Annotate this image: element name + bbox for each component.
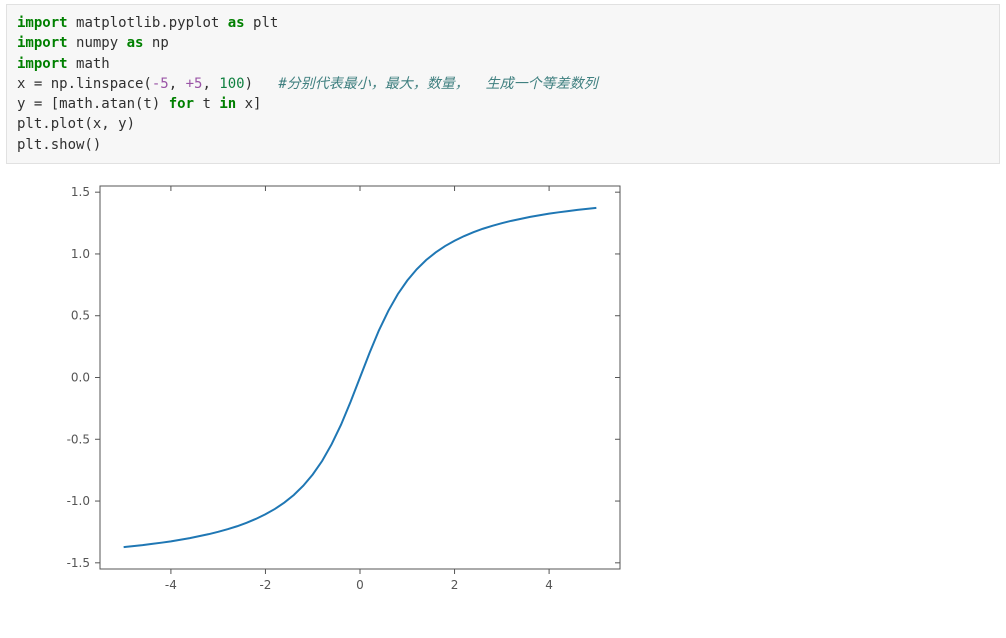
code-line-5: y = [math.atan(t) for t in x]: [17, 96, 261, 112]
y-tick-label: 0.0: [71, 371, 90, 385]
y-tick-label: -0.5: [67, 432, 90, 446]
x-tick-label: -2: [259, 578, 271, 592]
plot-output: -1.5 -1.0 -0.5 0.0 0.5 1.0 1.5 -4 -2 0 2 4: [40, 174, 1006, 608]
x-tick-label: 4: [545, 578, 553, 592]
code-line-4: x = np.linspace(-5, +5, 100) #分别代表最小，最大，…: [17, 76, 598, 92]
atan-plot: -1.5 -1.0 -0.5 0.0 0.5 1.0 1.5 -4 -2 0 2 4: [40, 174, 640, 604]
y-tick-label: -1.5: [67, 556, 90, 570]
code-line-1: import matplotlib.pyplot as plt: [17, 15, 278, 31]
code-line-2: import numpy as np: [17, 35, 169, 51]
y-tick-label: 0.5: [71, 309, 90, 323]
y-tick-label: -1.0: [67, 494, 90, 508]
y-tick-label: 1.0: [71, 247, 90, 261]
atan-curve: [124, 208, 597, 547]
code-cell: import matplotlib.pyplot as plt import n…: [6, 4, 1000, 164]
code-line-7: plt.show(): [17, 137, 101, 153]
x-tick-label: 0: [356, 578, 364, 592]
code-line-3: import math: [17, 56, 110, 72]
y-tick-label: 1.5: [71, 185, 90, 199]
x-tick-label: -4: [165, 578, 177, 592]
x-tick-label: 2: [451, 578, 459, 592]
code-line-6: plt.plot(x, y): [17, 116, 135, 132]
